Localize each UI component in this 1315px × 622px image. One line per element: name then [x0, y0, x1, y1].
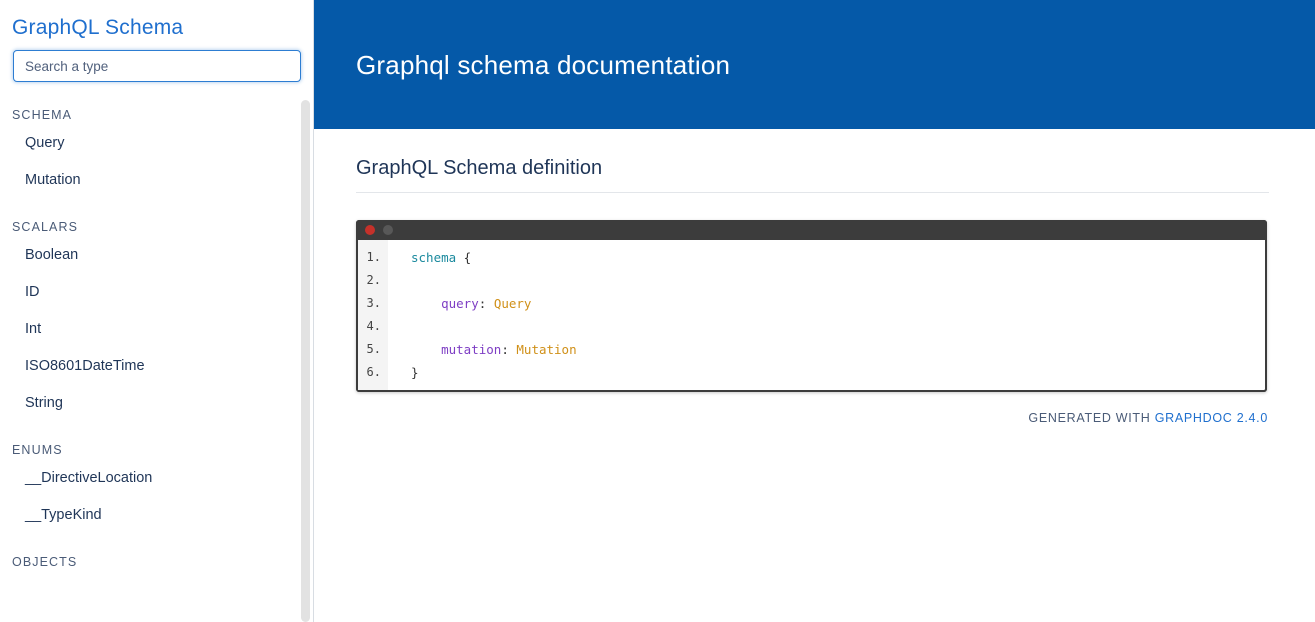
- search-input[interactable]: [13, 50, 301, 82]
- sidebar-title: GraphQL Schema: [12, 16, 184, 39]
- sidebar-item-typekind[interactable]: __TypeKind: [0, 496, 313, 533]
- code-line-number: 2.: [366, 273, 381, 287]
- code-line-number: 5.: [366, 342, 381, 356]
- content-area: GraphQL Schema definition 1. 2. 3. 4. 5. 6. s…: [314, 129, 1315, 425]
- nav-section-header-enums: ENUMS: [12, 443, 63, 457]
- code-line-number: 6.: [366, 365, 381, 379]
- code-token-field: mutation: [441, 342, 502, 357]
- app-root: GraphQL Schema SCHEMAQueryMutationSCALAR…: [0, 0, 1315, 622]
- code-block: 1. 2. 3. 4. 5. 6. schema { query: Query mutat…: [356, 220, 1267, 392]
- sidebar-item-id[interactable]: ID: [0, 273, 313, 310]
- nav-section-header-scalars: SCALARS: [12, 220, 79, 234]
- sidebar-scrollbar-track[interactable]: [301, 0, 310, 622]
- code-token-keyword: schema: [411, 250, 457, 265]
- generated-with-label: GENERATED WITH: [1028, 411, 1151, 425]
- sidebar-item-mutation[interactable]: Mutation: [0, 161, 313, 198]
- page-header-banner: Graphql schema documentation: [314, 0, 1315, 129]
- code-source[interactable]: schema { query: Query mutation: Mutation…: [388, 240, 1265, 390]
- sidebar-item-directivelocation[interactable]: __DirectiveLocation: [0, 459, 313, 496]
- code-titlebar: [356, 220, 1267, 240]
- sidebar-item-query[interactable]: Query: [0, 124, 313, 161]
- code-body: 1. 2. 3. 4. 5. 6. schema { query: Query mutat…: [356, 240, 1267, 392]
- sidebar-item-int[interactable]: Int: [0, 310, 313, 347]
- generated-with-footer: GENERATED WITH GRAPHDOC 2.4.0: [356, 411, 1269, 425]
- sidebar-item-boolean[interactable]: Boolean: [0, 236, 313, 273]
- code-token-punctuation: :: [478, 296, 494, 311]
- code-line: }: [411, 361, 1265, 384]
- minimize-gray-dot-icon[interactable]: [383, 225, 393, 235]
- code-token-punctuation: {: [456, 250, 472, 265]
- code-line-number: 4.: [366, 319, 381, 333]
- search-container: [0, 41, 313, 82]
- section-title-schema-definition: GraphQL Schema definition: [356, 129, 1269, 193]
- sidebar: GraphQL Schema SCHEMA QueryMutation SCALAR…: [0, 0, 314, 622]
- code-line-number: 3.: [366, 296, 381, 310]
- page-title: Graphql schema documentation: [356, 49, 731, 80]
- code-line-numbers: 1. 2. 3. 4. 5. 6.: [358, 240, 388, 390]
- code-token-type: Mutation: [516, 342, 577, 357]
- code-token-punctuation: :: [501, 342, 517, 357]
- code-line-number: 1.: [366, 250, 381, 264]
- nav-section-header-objects: OBJECTS: [12, 555, 78, 569]
- main-content: Graphql schema documentation GraphQL Sch…: [314, 0, 1315, 622]
- code-line: schema {: [411, 246, 1265, 269]
- sidebar-content: GraphQL Schema SCHEMA QueryMutation SCALAR…: [0, 0, 313, 622]
- type-nav: SCHEMA Query Mutation SCALARS Boolean ID Int IS…: [0, 82, 313, 571]
- nav-section-header-schema: SCHEMA: [12, 108, 73, 122]
- code-line: query: Query: [411, 292, 1265, 315]
- nav-list: SCHEMA Query Mutation SCALARS Boolean ID Int IS…: [0, 82, 313, 571]
- code-line: mutation: Mutation: [411, 338, 1265, 361]
- close-red-dot-icon[interactable]: [365, 225, 375, 235]
- code-token-type: Query: [493, 296, 532, 311]
- code-token-punctuation: }: [411, 365, 419, 380]
- sidebar-item-iso8601datetime[interactable]: ISO8601DateTime: [0, 347, 313, 384]
- sidebar-item-string[interactable]: String: [0, 384, 313, 421]
- graphdoc-link[interactable]: GRAPHDOC 2.4.0: [1155, 411, 1268, 425]
- code-token-field: query: [441, 296, 479, 311]
- sidebar-scrollbar-thumb[interactable]: [301, 100, 310, 622]
